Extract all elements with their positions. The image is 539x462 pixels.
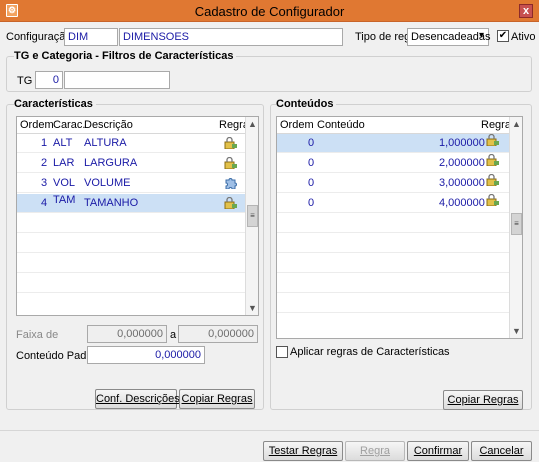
test-rules-button[interactable]: Testar Regras [263, 441, 343, 461]
row-descricao: TAMANHO [84, 197, 139, 209]
table-row [17, 274, 245, 293]
table-row [277, 274, 509, 293]
col-descricao[interactable]: Descrição [84, 119, 133, 131]
range-separator: a [170, 329, 177, 341]
config-label: Configuração [6, 31, 72, 43]
col-ordem[interactable]: Ordem [280, 119, 314, 131]
row-descricao: VOLUME [84, 177, 131, 189]
lock-icon[interactable] [485, 194, 499, 206]
config-name-input[interactable]: DIMENSOES [119, 28, 343, 46]
contents-grid-header: Ordem Conteúdo Regra [277, 117, 511, 134]
row-conteudo: 3,000000 [439, 177, 485, 189]
range-label: Faixa de [16, 329, 59, 341]
row-conteudo: 1,000000 [439, 137, 485, 149]
contents-title: Conteúdos [276, 98, 337, 110]
table-row [277, 254, 509, 273]
row-ordem: 0 [308, 177, 315, 189]
scroll-down-icon[interactable]: ▼ [246, 301, 258, 315]
puzzle-icon[interactable] [223, 177, 237, 189]
tg-code-input[interactable]: 0 [35, 71, 63, 89]
window-title: Cadastro de Configurador [194, 4, 345, 19]
range-from-input[interactable]: 0,000000 [87, 325, 167, 343]
contents-grid[interactable]: Ordem Conteúdo Regra 0 1,000000 0 2,0000… [276, 116, 523, 339]
table-row[interactable]: 0 4,000000 [277, 194, 509, 213]
scroll-up-icon[interactable]: ▲ [246, 117, 258, 131]
table-row[interactable]: 1 ALT ALTURA [17, 134, 245, 153]
active-label: Ativo [511, 31, 536, 43]
scroll-thumb[interactable]: ≡ [247, 205, 258, 227]
apply-rules-label: Aplicar regras de Características [290, 346, 450, 358]
table-row[interactable]: 0 3,000000 [277, 174, 509, 193]
rule-button[interactable]: Regra [345, 441, 405, 461]
contents-scrollbar[interactable]: ▲ ≡ ▼ [509, 117, 522, 338]
confirm-button[interactable]: Confirmar [407, 441, 469, 461]
apply-rules-checkbox[interactable] [276, 346, 288, 358]
chevron-down-icon: ▾ [478, 30, 484, 41]
table-row[interactable]: 0 1,000000 [277, 134, 509, 153]
row-conteudo: 2,000000 [439, 157, 485, 169]
row-carac: VOL [53, 177, 76, 189]
rule-type-select[interactable]: Desencadeadas ▾ [407, 28, 491, 46]
table-row[interactable]: 4 TAM TAMANHO [17, 194, 245, 213]
row-carac: ALT [53, 137, 73, 149]
row-carac: TAM [53, 194, 76, 206]
row-ordem: 4 [41, 197, 48, 209]
tg-desc-input[interactable] [64, 71, 170, 89]
lock-icon[interactable] [223, 157, 237, 169]
range-to-input[interactable]: 0,000000 [178, 325, 258, 343]
row-descricao: ALTURA [84, 137, 127, 149]
row-ordem: 3 [41, 177, 48, 189]
lock-icon[interactable] [223, 137, 237, 149]
characteristics-grid-header: Ordem Carac. Descrição Regra [17, 117, 249, 134]
row-ordem: 0 [308, 197, 315, 209]
table-row [17, 214, 245, 233]
col-ordem[interactable]: Ordem [20, 119, 54, 131]
table-row [277, 294, 509, 313]
table-row[interactable]: 3 VOL VOLUME [17, 174, 245, 193]
tg-group-title: TG e Categoria - Filtros de Característi… [14, 50, 237, 62]
row-carac: LAR [53, 157, 75, 169]
default-content-input[interactable]: 0,000000 [87, 346, 205, 364]
characteristics-title: Características [14, 98, 96, 110]
config-code-input[interactable]: DIM [64, 28, 118, 46]
row-ordem: 0 [308, 137, 315, 149]
col-conteudo[interactable]: Conteúdo [317, 119, 365, 131]
lock-icon[interactable] [485, 174, 499, 186]
table-row[interactable]: 2 LAR LARGURA [17, 154, 245, 173]
lock-icon[interactable] [485, 134, 499, 146]
row-conteudo: 4,000000 [439, 197, 485, 209]
conf-descriptions-button[interactable]: Conf. Descrições [95, 389, 180, 409]
row-ordem: 2 [41, 157, 48, 169]
cancel-button[interactable]: Cancelar [471, 441, 532, 461]
copy-rules-characteristics-button[interactable]: Copiar Regras [179, 389, 255, 409]
tg-label: TG [17, 75, 33, 87]
row-descricao: LARGURA [84, 157, 138, 169]
table-row [277, 214, 509, 233]
col-carac[interactable]: Carac. [53, 119, 85, 131]
scroll-down-icon[interactable]: ▼ [510, 324, 522, 338]
copy-rules-contents-button[interactable]: Copiar Regras [443, 390, 523, 410]
scroll-thumb[interactable]: ≡ [511, 213, 522, 235]
table-row [17, 254, 245, 273]
row-ordem: 1 [41, 137, 48, 149]
active-checkbox[interactable]: ✔ [497, 30, 509, 42]
table-row[interactable]: 0 2,000000 [277, 154, 509, 173]
title-bar: ⚙ Cadastro de Configurador x [0, 0, 539, 22]
table-row [17, 234, 245, 253]
characteristics-grid[interactable]: Ordem Carac. Descrição Regra 1 ALT ALTUR… [16, 116, 259, 316]
characteristics-scrollbar[interactable]: ▲ ≡ ▼ [245, 117, 258, 315]
scroll-up-icon[interactable]: ▲ [510, 117, 522, 131]
close-icon[interactable]: x [519, 4, 533, 18]
lock-icon[interactable] [223, 197, 237, 209]
col-regra[interactable]: Regra [481, 119, 511, 131]
lock-icon[interactable] [485, 154, 499, 166]
table-row [277, 234, 509, 253]
row-ordem: 0 [308, 157, 315, 169]
